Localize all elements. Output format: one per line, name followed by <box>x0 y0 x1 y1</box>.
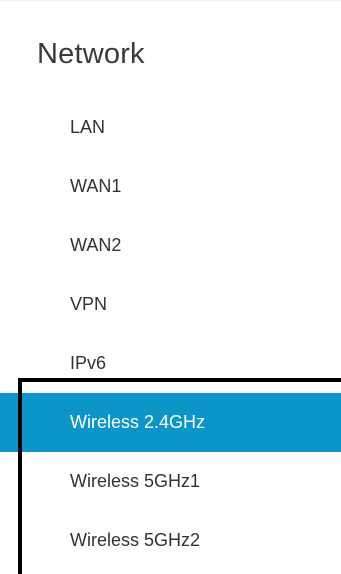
nav-item-wan2[interactable]: WAN2 <box>0 216 341 275</box>
network-nav-menu: LAN WAN1 WAN2 VPN IPv6 Wireless 2.4GHz W… <box>0 98 341 570</box>
nav-item-wan1[interactable]: WAN1 <box>0 157 341 216</box>
top-divider <box>0 0 341 1</box>
nav-item-lan[interactable]: LAN <box>0 98 341 157</box>
nav-item-wireless-5ghz2[interactable]: Wireless 5GHz2 <box>0 511 341 570</box>
section-title-network: Network <box>37 38 145 70</box>
nav-item-ipv6[interactable]: IPv6 <box>0 334 341 393</box>
nav-item-wireless-5ghz1[interactable]: Wireless 5GHz1 <box>0 452 341 511</box>
nav-item-wireless-2-4ghz[interactable]: Wireless 2.4GHz <box>0 393 341 452</box>
nav-item-vpn[interactable]: VPN <box>0 275 341 334</box>
